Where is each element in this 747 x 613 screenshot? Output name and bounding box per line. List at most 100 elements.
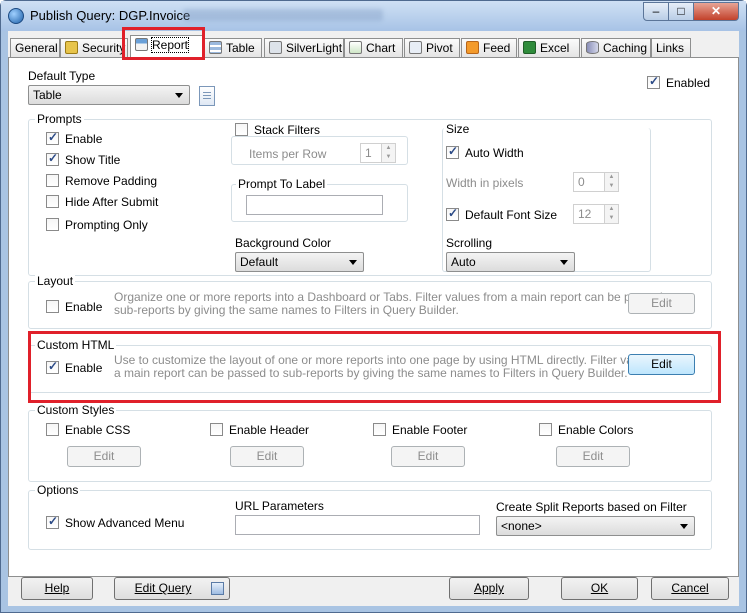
apply-button-label: Apply [473,581,505,595]
prompting-only-label: Prompting Only [65,218,148,232]
prompts-group-title: Prompts [35,112,84,126]
maximize-button[interactable]: □ [668,2,694,21]
prompts-enable-label: Enable [65,132,103,146]
url-parameters-input[interactable] [235,515,480,535]
close-button[interactable]: ✕ [693,2,739,21]
spin-arrows-icon: ▲ ▼ [604,173,618,191]
document-icon[interactable] [199,86,215,106]
footer-edit-button[interactable]: Edit [391,446,465,467]
split-reports-label: Create Split Reports based on Filter [496,500,687,514]
background-color-value: Default [240,255,279,269]
report-tab-page: Default Type Table Enabled Prompts Enabl… [8,57,739,577]
tab-excel[interactable]: Excel [518,38,580,58]
help-button-label: Help [44,581,70,595]
enabled-checkbox[interactable] [647,74,660,89]
show-title-label: Show Title [65,153,121,167]
size-group-title: Size [444,122,472,136]
enabled-label: Enabled [666,76,711,90]
stack-filters-label: Stack Filters [254,123,321,137]
remove-padding-checkbox[interactable] [46,174,59,187]
layout-enable-label: Enable [65,300,103,314]
enable-header-label: Enable Header [229,423,310,437]
app-globe-icon [8,8,24,24]
ok-button[interactable]: OK [561,577,638,600]
tab-label: Feed [483,41,511,55]
items-per-row-stepper[interactable]: 1 ▲ ▼ [360,143,396,163]
background-color-label: Background Color [235,236,332,250]
excel-icon [523,41,536,54]
report-tab-highlight [122,27,205,60]
cancel-button-label: Cancel [671,581,709,595]
scrolling-select[interactable]: Auto [446,252,575,272]
tab-feed[interactable]: Feed [461,38,517,58]
edit-query-button-label: Edit Query [134,581,192,595]
help-button[interactable]: Help [21,577,93,600]
auto-width-checkbox[interactable] [446,144,459,159]
enable-colors-label: Enable Colors [558,423,634,437]
apply-button[interactable]: Apply [449,577,529,600]
custom-styles-group-title: Custom Styles [35,403,117,417]
layout-edit-button[interactable]: Edit [628,293,695,314]
tab-pivot[interactable]: Pivot [404,38,460,58]
tab-chart[interactable]: Chart [344,38,403,58]
stack-filters-checkbox[interactable] [235,123,248,136]
tab-label: Table [226,41,255,55]
cancel-button[interactable]: Cancel [651,577,729,600]
chart-icon [349,41,362,54]
split-reports-select[interactable]: <none> [496,516,695,536]
show-advanced-menu-checkbox[interactable] [46,514,59,529]
prompts-enable-checkbox[interactable] [46,130,59,145]
hide-after-submit-label: Hide After Submit [65,195,159,209]
css-edit-button[interactable]: Edit [67,446,141,467]
width-in-pixels-stepper[interactable]: 0 ▲ ▼ [573,172,619,192]
tab-security[interactable]: Security [60,38,128,58]
edit-query-button[interactable]: Edit Query [114,577,230,600]
enable-css-label: Enable CSS [65,423,131,437]
tab-links[interactable]: Links [651,38,691,58]
title-bar[interactable]: Publish Query: DGP.Invoice – □ ✕ [1,1,746,31]
tab-label: Chart [366,41,396,55]
tab-strip: General Security Report Table SilverLigh… [8,35,739,60]
prompt-to-label-title: Prompt To Label [236,177,328,191]
scrolling-value: Auto [451,255,476,269]
colors-edit-button[interactable]: Edit [556,446,630,467]
minimize-button[interactable]: – [643,2,669,21]
remove-padding-label: Remove Padding [65,174,158,188]
font-size-stepper[interactable]: 12 ▲ ▼ [573,204,619,224]
tab-silverlight[interactable]: SilverLight [264,38,344,58]
default-font-size-checkbox[interactable] [446,206,459,221]
width-in-pixels-label: Width in pixels [446,176,524,190]
background-color-select[interactable]: Default [235,252,364,272]
dialog-window: Publish Query: DGP.Invoice – □ ✕ General… [0,0,747,613]
url-parameters-label: URL Parameters [235,499,324,513]
lock-icon [65,41,78,54]
default-type-select[interactable]: Table [28,85,190,105]
tab-label: Caching [603,41,648,55]
enable-footer-checkbox[interactable] [373,423,386,436]
hide-after-submit-checkbox[interactable] [46,195,59,208]
header-edit-button[interactable]: Edit [230,446,304,467]
enable-footer-label: Enable Footer [392,423,468,437]
tab-caching[interactable]: Caching [581,38,651,58]
enable-header-checkbox[interactable] [210,423,223,436]
show-title-checkbox[interactable] [46,151,59,166]
tab-label: Links [656,41,685,55]
layout-enable-checkbox[interactable] [46,300,59,313]
items-per-row-value: 1 [365,146,372,160]
enable-colors-checkbox[interactable] [539,423,552,436]
window-title: Publish Query: DGP.Invoice [30,8,191,23]
enable-css-checkbox[interactable] [46,423,59,436]
show-advanced-menu-label: Show Advanced Menu [65,516,185,530]
layout-group-title: Layout [35,274,76,288]
prompt-to-label-input[interactable] [246,195,383,215]
spin-arrows-icon: ▲ ▼ [604,205,618,223]
chevron-down-icon [175,93,183,98]
layout-description-line2: sub-reports by giving the same names to … [114,303,459,317]
spin-arrows-icon: ▲ ▼ [381,144,395,162]
tab-label: General [15,41,58,55]
tab-table[interactable]: Table [204,38,262,58]
prompting-only-checkbox[interactable] [46,218,59,231]
tab-label: Pivot [426,41,453,55]
tab-general[interactable]: General [10,38,60,58]
chevron-down-icon [349,260,357,265]
